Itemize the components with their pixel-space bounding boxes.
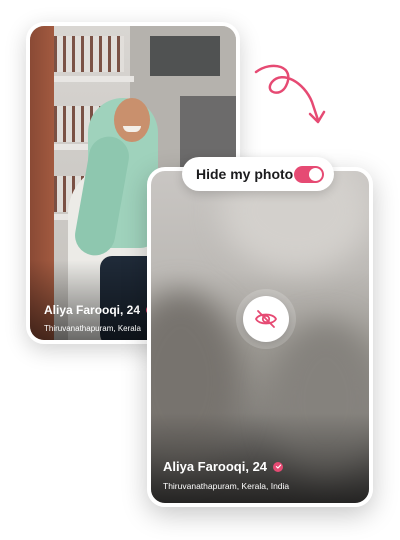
hidden-profile-name-row: Aliya Farooqi, 24 [163, 459, 284, 474]
curly-arrow-icon [254, 64, 326, 124]
hide-photo-illustration: Aliya Farooqi, 24 Thiruvanathapuram, Ker… [0, 0, 400, 540]
eye-off-icon [254, 310, 278, 328]
profile-card-hidden: Aliya Farooqi, 24 Thiruvanathapuram, Ker… [147, 167, 373, 507]
switch-knob [309, 168, 322, 181]
reveal-photo-button[interactable] [243, 296, 289, 342]
hide-photo-toggle-row[interactable]: Hide my photo [182, 157, 334, 191]
hidden-profile-location: Thiruvanathapuram, Kerala, India [163, 481, 290, 491]
profile-location: Thiruvanathapuram, Kerala [44, 324, 141, 333]
hidden-profile-name: Aliya Farooqi, 24 [163, 459, 268, 474]
profile-name: Aliya Farooqi, 24 [44, 303, 141, 317]
profile-name-row: Aliya Farooqi, 24 [44, 303, 157, 317]
hide-photo-switch[interactable] [294, 166, 324, 183]
verified-check-icon [273, 461, 284, 472]
hide-photo-label: Hide my photo [196, 166, 294, 182]
